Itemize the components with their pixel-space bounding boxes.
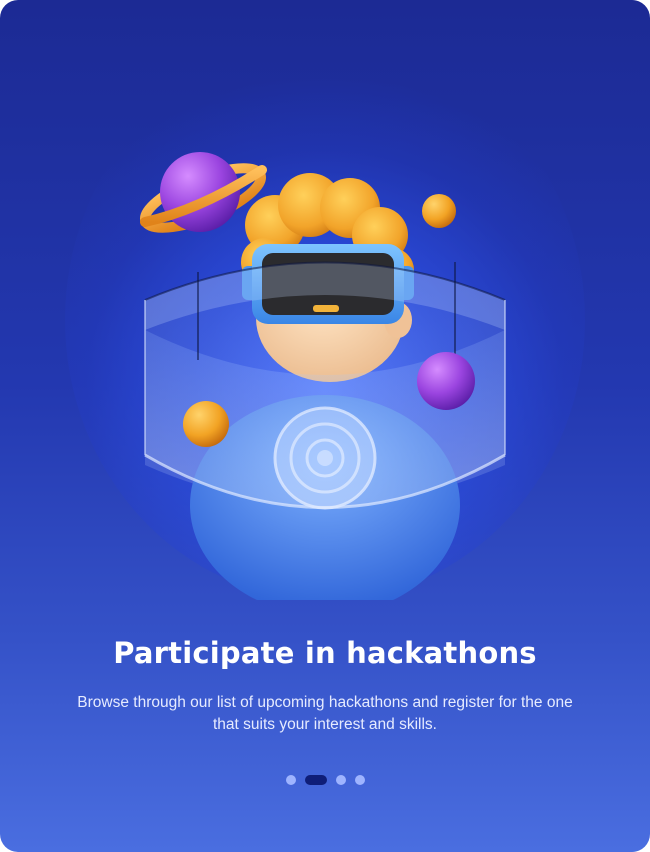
small-planet-icon: [422, 194, 456, 228]
onboarding-title: Participate in hackathons: [113, 636, 537, 670]
onboarding-card: Participate in hackathons Browse through…: [0, 0, 650, 852]
pagination-dots: [0, 775, 650, 785]
orange-planet-icon: [183, 401, 229, 447]
pagination-dot[interactable]: [285, 775, 296, 785]
pagination-dot[interactable]: [354, 775, 365, 785]
pagination-dot-active[interactable]: [304, 775, 327, 785]
purple-planet-icon: [417, 352, 475, 410]
vr-avatar-illustration: [140, 152, 506, 600]
onboarding-description: Browse through our list of upcoming hack…: [77, 694, 573, 733]
pagination-dot[interactable]: [335, 775, 346, 785]
